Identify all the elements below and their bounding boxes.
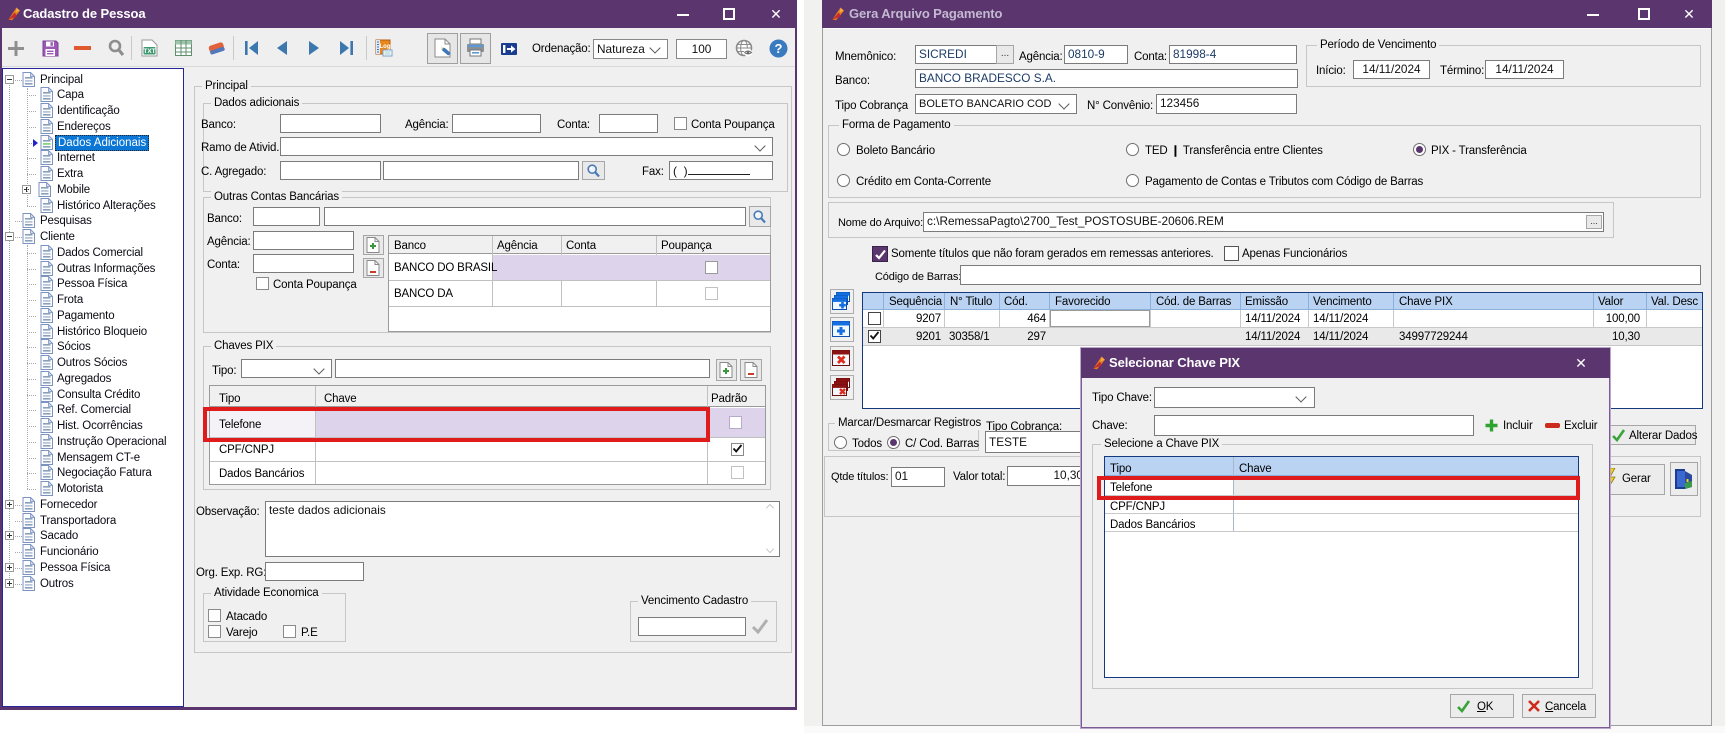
svg-text:TXT: TXT bbox=[143, 48, 155, 55]
svg-text:Log: Log bbox=[380, 44, 391, 50]
svg-text:?: ? bbox=[775, 41, 783, 56]
